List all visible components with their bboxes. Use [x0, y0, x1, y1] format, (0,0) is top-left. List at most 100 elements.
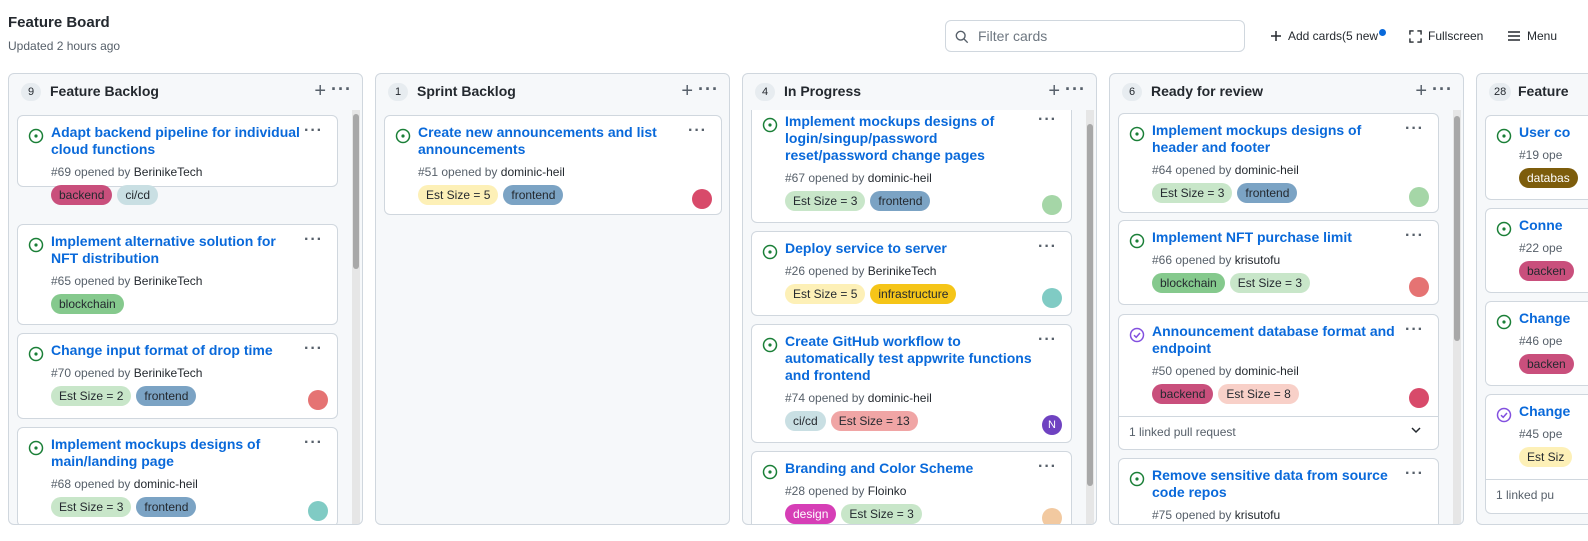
- card-more-icon[interactable]: ···: [1038, 331, 1057, 349]
- card-title[interactable]: Change: [1519, 310, 1588, 327]
- label-cicd[interactable]: ci/cd: [785, 411, 826, 431]
- card-title[interactable]: Change input format of drop time: [51, 342, 303, 359]
- add-cards-button[interactable]: Add cards(5 new: [1270, 25, 1387, 47]
- column-more-icon[interactable]: ···: [698, 80, 719, 98]
- card-more-icon[interactable]: ···: [1405, 120, 1424, 138]
- card-title[interactable]: Change: [1519, 403, 1588, 420]
- card[interactable]: Implement mockups designs of header and …: [1118, 113, 1439, 213]
- label-est-size[interactable]: Est Size = 3: [1152, 183, 1233, 203]
- label-est-size[interactable]: Est Size = 5: [418, 185, 499, 205]
- label-backend[interactable]: backend: [1152, 384, 1214, 404]
- assignee-avatar[interactable]: [1409, 187, 1429, 207]
- label-est-size[interactable]: Est Siz: [1519, 447, 1573, 467]
- filter-input[interactable]: [978, 25, 1238, 47]
- label-est-size[interactable]: Est Size = 2: [51, 386, 132, 406]
- label-est-size[interactable]: Est Size = 3: [841, 504, 922, 524]
- card[interactable]: Deploy service to server ··· #26 opened …: [751, 231, 1072, 316]
- add-item-plus-icon[interactable]: +: [314, 81, 326, 101]
- card[interactable]: Create GitHub workflow to automatically …: [751, 324, 1072, 443]
- label-cicd[interactable]: ci/cd: [117, 185, 159, 205]
- add-item-plus-icon[interactable]: +: [1415, 81, 1427, 101]
- label-backend[interactable]: backen: [1519, 354, 1574, 374]
- column-scrollbar[interactable]: [1453, 110, 1461, 524]
- card[interactable]: Implement NFT purchase limit ··· #66 ope…: [1118, 220, 1439, 305]
- scrollbar-thumb[interactable]: [1454, 116, 1460, 341]
- column-card-list[interactable]: User co #19 ope databas Conne #22 ope ba…: [1477, 110, 1588, 524]
- label-est-size[interactable]: Est Size = 5: [785, 284, 866, 304]
- card[interactable]: Implement mockups designs of login/singu…: [751, 110, 1072, 223]
- fullscreen-button[interactable]: Fullscreen: [1409, 25, 1483, 47]
- card-title[interactable]: Branding and Color Scheme: [785, 460, 1037, 477]
- card[interactable]: Change #45 ope Est Siz 1 linked pu: [1485, 394, 1588, 514]
- card[interactable]: Change #46 ope backen: [1485, 301, 1588, 386]
- card[interactable]: Announcement database format and endpoin…: [1118, 314, 1439, 450]
- assignee-avatar[interactable]: [1409, 277, 1429, 297]
- card-title[interactable]: Implement mockups designs of header and …: [1152, 122, 1404, 156]
- card-more-icon[interactable]: ···: [1405, 321, 1424, 339]
- column-card-list[interactable]: Create new announcements and list announ…: [376, 110, 729, 524]
- column-card-list[interactable]: Implement mockups designs of login/singu…: [743, 110, 1096, 524]
- card-title[interactable]: Create new announcements and list announ…: [418, 124, 670, 158]
- card[interactable]: Adapt backend pipeline for individual cl…: [17, 115, 338, 205]
- label-frontend[interactable]: frontend: [136, 386, 197, 406]
- column-card-list[interactable]: Implement mockups designs of header and …: [1110, 110, 1463, 524]
- label-blockchain[interactable]: blockchain: [1152, 273, 1225, 293]
- label-infrastructure[interactable]: infrastructure: [870, 284, 957, 304]
- card-title[interactable]: Remove sensitive data from source code r…: [1152, 467, 1404, 501]
- label-frontend[interactable]: frontend: [136, 497, 197, 517]
- column-more-icon[interactable]: ···: [1065, 80, 1086, 98]
- label-est-size[interactable]: Est Size = 13: [830, 411, 918, 431]
- card-title[interactable]: Implement alternative solution for NFT d…: [51, 233, 303, 267]
- label-database[interactable]: databas: [1519, 168, 1578, 188]
- card-title[interactable]: Deploy service to server: [785, 240, 1037, 257]
- linked-pull-request-toggle[interactable]: 1 linked pu: [1486, 479, 1588, 509]
- column-scrollbar[interactable]: [352, 110, 360, 524]
- card-more-icon[interactable]: ···: [1038, 111, 1057, 129]
- card[interactable]: Branding and Color Scheme ··· #28 opened…: [751, 451, 1072, 524]
- label-est-size[interactable]: Est Size = 3: [1229, 273, 1311, 293]
- card-more-icon[interactable]: ···: [1038, 238, 1057, 256]
- card[interactable]: Implement alternative solution for NFT d…: [17, 224, 338, 325]
- label-est-size[interactable]: Est Size = 8: [1218, 384, 1299, 404]
- assignee-avatar[interactable]: [1042, 508, 1062, 524]
- card[interactable]: Implement mockups designs of main/landin…: [17, 427, 338, 524]
- scrollbar-thumb[interactable]: [1087, 124, 1093, 486]
- label-design[interactable]: design: [785, 504, 837, 524]
- assignee-avatar[interactable]: [1042, 288, 1062, 308]
- card[interactable]: Change input format of drop time ··· #70…: [17, 333, 338, 419]
- card-more-icon[interactable]: ···: [304, 231, 323, 249]
- label-frontend[interactable]: frontend: [870, 191, 931, 211]
- assignee-avatar[interactable]: [1042, 195, 1062, 215]
- card-title[interactable]: Implement NFT purchase limit: [1152, 229, 1404, 246]
- scrollbar-thumb[interactable]: [353, 114, 359, 269]
- label-backend[interactable]: backen: [1519, 261, 1574, 281]
- card-more-icon[interactable]: ···: [1405, 465, 1424, 483]
- card[interactable]: Create new announcements and list announ…: [384, 115, 722, 215]
- menu-button[interactable]: Menu: [1507, 25, 1557, 47]
- column-scrollbar[interactable]: [1086, 110, 1094, 524]
- card[interactable]: User co #19 ope databas: [1485, 115, 1588, 200]
- column-more-icon[interactable]: ···: [331, 80, 352, 98]
- add-item-plus-icon[interactable]: +: [1048, 81, 1060, 101]
- card-more-icon[interactable]: ···: [688, 122, 707, 140]
- column-card-list[interactable]: Adapt backend pipeline for individual cl…: [9, 110, 362, 524]
- assignee-avatar[interactable]: [308, 501, 328, 521]
- label-frontend[interactable]: frontend: [1237, 183, 1298, 203]
- card-title[interactable]: Announcement database format and endpoin…: [1152, 323, 1404, 357]
- label-backend[interactable]: backend: [51, 185, 113, 205]
- card-more-icon[interactable]: ···: [304, 122, 323, 140]
- card-title[interactable]: User co: [1519, 124, 1588, 141]
- assignee-avatar[interactable]: N: [1042, 415, 1062, 435]
- card-title[interactable]: Adapt backend pipeline for individual cl…: [51, 124, 303, 158]
- card-title[interactable]: Implement mockups designs of main/landin…: [51, 436, 303, 470]
- card-title[interactable]: Conne: [1519, 217, 1588, 234]
- card-title[interactable]: Create GitHub workflow to automatically …: [785, 333, 1037, 384]
- label-blockchain[interactable]: blockchain: [51, 294, 124, 314]
- label-frontend[interactable]: frontend: [503, 185, 564, 205]
- card-more-icon[interactable]: ···: [1405, 227, 1424, 245]
- label-est-size[interactable]: Est Size = 3: [785, 191, 866, 211]
- column-more-icon[interactable]: ···: [1432, 80, 1453, 98]
- linked-pull-request-toggle[interactable]: 1 linked pull request: [1119, 416, 1438, 446]
- add-item-plus-icon[interactable]: +: [681, 81, 693, 101]
- card-more-icon[interactable]: ···: [304, 434, 323, 452]
